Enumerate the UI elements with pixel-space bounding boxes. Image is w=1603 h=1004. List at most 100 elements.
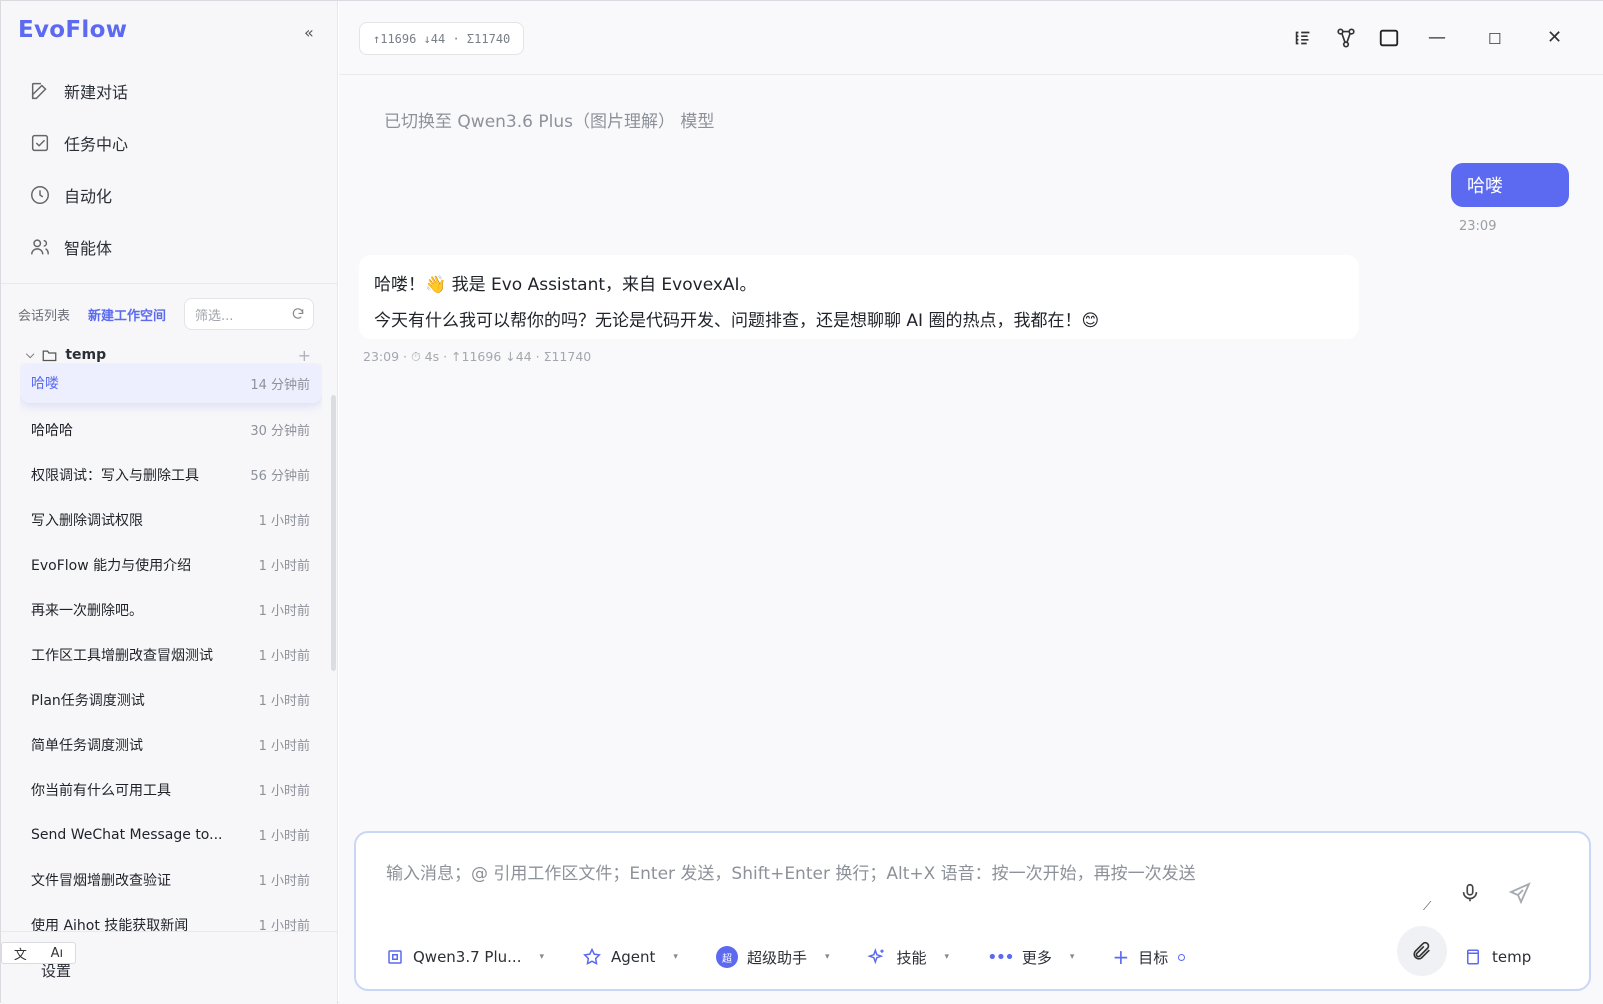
ime-mode[interactable]: 文 — [14, 944, 27, 963]
nav-automation[interactable]: 自动化 — [1, 169, 338, 221]
conversation-item[interactable]: 再来一次删除吧。 1 小时前 — [20, 587, 322, 632]
maximize-button[interactable]: ☐ — [1488, 30, 1501, 48]
conversation-time: 1 小时前 — [258, 694, 310, 709]
nav-agents[interactable]: 智能体 — [1, 221, 338, 273]
close-button[interactable]: ✕ — [1547, 27, 1562, 48]
users-icon — [31, 239, 49, 255]
skills-label: 技能 — [896, 948, 927, 967]
conversation-item[interactable]: 使用 Aihot 技能获取新闻 1 小时前 — [20, 902, 322, 932]
chevron-down-icon[interactable]: ⌵ — [26, 348, 34, 362]
conversation-title: Send WeChat Message to... — [31, 826, 223, 843]
assistant-meta: 23:09 · ⏱ 4s · ↑11696 ↓44 · Σ11740 — [363, 349, 592, 364]
message-composer[interactable]: 输入消息；@ 引用工作区文件；Enter 发送，Shift+Enter 换行；A… — [354, 831, 1591, 991]
ime-toolbar[interactable]: 文 Aı — [1, 942, 76, 964]
conversation-item[interactable]: Plan任务调度测试 1 小时前 — [20, 677, 322, 722]
assistant-badge-icon: 超 — [715, 946, 738, 968]
sidebar-divider — [1, 283, 338, 284]
nav-label: 智能体 — [64, 239, 113, 258]
nav-new-chat[interactable]: 新建对话 — [1, 65, 338, 117]
model-chip-icon — [388, 950, 402, 964]
model-selector[interactable]: Qwen3.7 Plu... ▾ — [386, 948, 544, 966]
star-icon — [583, 947, 601, 965]
sidebar-footer: 设置 文 Aı — [1, 931, 338, 1004]
conversation-time: 56 分钟前 — [250, 469, 310, 484]
assistant-message: 哈喽！👋 我是 Evo Assistant，来自 EvovexAI。 今天有什么… — [359, 255, 1359, 339]
assistant-line: 今天有什么我可以帮你的吗？无论是代码开发、问题排查，还是想聊聊 AI 圈的热点，… — [374, 311, 1100, 331]
session-header: 会话列表 新建工作空间 筛选... — [18, 298, 323, 330]
workspace-selector[interactable]: temp — [1464, 941, 1531, 973]
conversation-item[interactable]: 写入删除调试权限 1 小时前 — [20, 497, 322, 542]
conversation-time: 14 分钟前 — [250, 377, 310, 393]
conversation-item[interactable]: 简单任务调度测试 1 小时前 — [20, 722, 322, 767]
conversation-time: 1 小时前 — [258, 514, 310, 529]
conversation-item[interactable]: 文件冒烟增删改查验证 1 小时前 — [20, 857, 322, 902]
graph-button[interactable] — [1335, 26, 1357, 50]
conversation-time: 1 小时前 — [258, 784, 310, 799]
conversation-time: 1 小时前 — [258, 874, 310, 889]
plus-icon: + — [1112, 945, 1130, 969]
add-conversation-button[interactable]: + — [298, 346, 311, 365]
minimize-button[interactable]: — — [1428, 27, 1446, 48]
nav-label: 自动化 — [64, 187, 113, 206]
conversation-time: 1 小时前 — [258, 739, 310, 754]
filter-input[interactable]: 筛选... — [184, 298, 315, 330]
conversation-title: 权限调试：写入与删除工具 — [31, 467, 199, 484]
outline-button[interactable] — [1292, 26, 1314, 50]
goal-label: 目标 — [1138, 948, 1169, 967]
assistant-selector[interactable]: 超 超级助手 ▾ — [715, 946, 830, 968]
panel-icon — [1379, 29, 1399, 47]
goal-status-icon — [1178, 953, 1186, 961]
goal-button[interactable]: + 目标 — [1112, 945, 1186, 969]
collapse-sidebar-button[interactable]: « — [304, 23, 314, 42]
conversation-item[interactable]: 哈哈哈 30 分钟前 — [20, 407, 322, 452]
chat-main: ↑11696 ↓44 · Σ11740 — ☐ ✕ 已切换至 Qwen3.6 P… — [339, 1, 1603, 1004]
list-tree-icon — [1295, 31, 1310, 45]
conversation-item[interactable]: 权限调试：写入与删除工具 56 分钟前 — [20, 452, 322, 497]
conversation-item[interactable]: Send WeChat Message to... 1 小时前 — [20, 812, 322, 857]
model-label: Qwen3.7 Plu... — [413, 948, 522, 966]
conversation-time: 30 分钟前 — [250, 424, 310, 439]
send-icon[interactable] — [1508, 881, 1532, 905]
conversation-title: 简单任务调度测试 — [31, 737, 143, 754]
conversation-time: 1 小时前 — [258, 649, 310, 664]
workspace-folder[interactable]: ⌵ temp + — [26, 345, 311, 365]
nav-task-center[interactable]: 任务中心 — [1, 117, 338, 169]
top-bar: ↑11696 ↓44 · Σ11740 — ☐ ✕ — [339, 1, 1603, 75]
filter-placeholder: 筛选... — [195, 308, 234, 324]
app-logo: EvoFlow — [18, 17, 128, 43]
conversation-title: 再来一次删除吧。 — [31, 602, 143, 619]
microphone-icon[interactable] — [1459, 881, 1481, 905]
conversation-title: Plan任务调度测试 — [31, 692, 145, 709]
conversation-title: 写入删除调试权限 — [31, 512, 143, 529]
conversation-title: EvoFlow 能力与使用介绍 — [31, 557, 192, 574]
workspace-icon — [1467, 949, 1479, 965]
share-nodes-icon — [1337, 28, 1355, 48]
caret-down-icon: ▾ — [673, 952, 678, 962]
token-stats: ↑11696 ↓44 · Σ11740 — [359, 22, 525, 55]
ime-ai[interactable]: Aı — [51, 946, 64, 961]
panel-button[interactable] — [1378, 26, 1400, 50]
conversation-title: 文件冒烟增删改查验证 — [31, 872, 171, 889]
more-label: 更多 — [1021, 948, 1052, 967]
refresh-icon[interactable] — [291, 307, 305, 321]
more-selector[interactable]: ••• 更多 ▾ — [987, 947, 1074, 968]
edit-icon — [31, 82, 47, 100]
new-workspace-button[interactable]: 新建工作空间 — [88, 305, 166, 324]
conversation-item[interactable]: 你当前有什么可用工具 1 小时前 — [20, 767, 322, 812]
sidebar: EvoFlow « 新建对话 任务中心 自动化 智能体 会话列表 新建工作空间 … — [1, 1, 338, 1004]
caret-down-icon: ▾ — [824, 952, 830, 962]
conversation-time: 1 小时前 — [258, 919, 310, 931]
conversation-item[interactable]: 工作区工具增删改查冒烟测试 1 小时前 — [20, 632, 322, 677]
skills-selector[interactable]: 技能 ▾ — [867, 947, 949, 968]
agent-label: Agent — [611, 948, 656, 966]
clock-icon — [31, 186, 49, 204]
app-window: EvoFlow « 新建对话 任务中心 自动化 智能体 会话列表 新建工作空间 … — [0, 0, 1603, 1004]
agent-selector[interactable]: Agent ▾ — [582, 947, 678, 967]
conversation-item[interactable]: EvoFlow 能力与使用介绍 1 小时前 — [20, 542, 322, 587]
resize-handle-icon[interactable]: ⟋ — [1423, 899, 1431, 914]
attach-button[interactable] — [1397, 926, 1447, 976]
message-input[interactable]: 输入消息；@ 引用工作区文件；Enter 发送，Shift+Enter 换行；A… — [386, 859, 1196, 884]
conversation-item[interactable]: 哈喽 14 分钟前 — [20, 363, 322, 403]
sidebar-scrollbar[interactable] — [331, 395, 336, 671]
user-message: 哈喽 — [1451, 163, 1569, 207]
